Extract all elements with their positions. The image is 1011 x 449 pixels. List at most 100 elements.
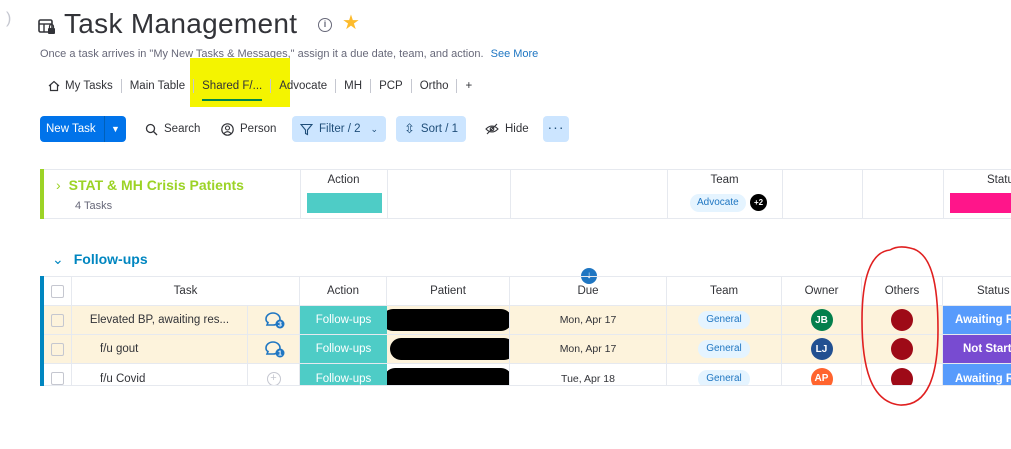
tab-ortho[interactable]: Ortho xyxy=(412,75,457,97)
column-header-action[interactable]: Action xyxy=(300,174,387,186)
status-summary-bar xyxy=(950,193,1011,213)
column-header-team[interactable]: Team xyxy=(667,174,782,186)
select-all-checkbox[interactable] xyxy=(51,284,64,298)
updates-cell[interactable]: 3 xyxy=(247,306,300,334)
page-title: Task Management xyxy=(64,8,298,39)
status-label[interactable]: Not Start xyxy=(943,335,1011,363)
info-icon[interactable]: i xyxy=(318,18,332,32)
tab-label: Main Table xyxy=(129,80,186,92)
action-status[interactable]: Follow-ups xyxy=(300,306,387,334)
status-label[interactable]: Awaiting R xyxy=(943,306,1011,334)
due-date[interactable]: Mon, Apr 17 xyxy=(510,306,667,334)
column-header-team[interactable]: Team xyxy=(667,277,782,305)
conversation-icon: 3 xyxy=(264,312,284,329)
tab-pcp[interactable]: PCP xyxy=(371,75,411,97)
chevron-right-icon[interactable]: › xyxy=(56,177,61,193)
team-cell[interactable]: General xyxy=(667,335,782,363)
update-count: 1 xyxy=(278,351,282,358)
tab-mh[interactable]: MH xyxy=(336,75,370,97)
group-title[interactable]: ⌄ Follow-ups xyxy=(52,251,148,268)
group-task-count: 4 Tasks xyxy=(75,200,113,212)
action-status[interactable]: Follow-ups xyxy=(300,335,387,363)
team-pill: General xyxy=(698,369,750,385)
eye-off-icon xyxy=(485,123,499,135)
chevron-down-icon[interactable]: ⌄ xyxy=(52,251,64,267)
column-divider xyxy=(387,169,388,219)
due-date[interactable]: Mon, Apr 17 xyxy=(510,335,667,363)
column-header-due[interactable]: Due xyxy=(510,277,667,305)
column-header-status[interactable]: Status xyxy=(943,174,1011,186)
tab-label: Advocate xyxy=(279,80,328,92)
task-name[interactable]: Elevated BP, awaiting res... xyxy=(72,306,247,334)
action-status[interactable]: Follow-ups xyxy=(300,364,387,385)
select-all-cell xyxy=(44,277,72,305)
due-date[interactable]: Tue, Apr 18 xyxy=(510,364,667,385)
team-cell[interactable]: General xyxy=(667,306,782,334)
updates-cell[interactable]: + xyxy=(247,364,300,385)
avatar: AP xyxy=(810,367,833,385)
search-button[interactable]: Search xyxy=(145,116,200,142)
star-icon[interactable]: ★ xyxy=(342,11,360,35)
patient-cell[interactable] xyxy=(387,364,510,385)
sort-icon: ⇳ xyxy=(404,121,415,136)
red-circle-annotation xyxy=(861,246,939,406)
search-label: Search xyxy=(164,123,201,135)
patient-cell[interactable] xyxy=(387,335,510,363)
updates-cell[interactable]: 1 xyxy=(247,335,300,363)
search-icon xyxy=(145,123,158,135)
task-name[interactable]: f/u Covid xyxy=(72,364,247,385)
group-title-text: Follow-ups xyxy=(73,251,148,267)
filter-button[interactable]: Filter / 2 ⌄ xyxy=(292,116,387,142)
home-icon xyxy=(48,80,60,92)
avatar: JB xyxy=(810,309,833,331)
column-header-patient[interactable]: Patient xyxy=(387,277,510,305)
tab-label: My Tasks xyxy=(65,80,113,92)
tab-label: MH xyxy=(344,80,363,92)
add-view-button[interactable]: + xyxy=(457,75,480,97)
view-tabs: My Tasks Main Table Shared F/... Advocat… xyxy=(40,74,480,101)
team-extra-badge[interactable]: +2 xyxy=(750,194,767,211)
add-update-icon[interactable]: + xyxy=(266,371,281,385)
column-header-action[interactable]: Action xyxy=(300,277,387,305)
patient-cell[interactable] xyxy=(387,306,510,334)
row-checkbox[interactable] xyxy=(51,342,64,356)
person-label: Person xyxy=(240,123,277,135)
group-title[interactable]: › STAT & MH Crisis Patients xyxy=(56,177,244,193)
row-checkbox[interactable] xyxy=(51,372,64,385)
column-header-status[interactable]: Status xyxy=(943,277,1011,305)
new-task-label: New Task xyxy=(46,123,96,135)
redaction-mark xyxy=(387,309,509,331)
sort-label: Sort / 1 xyxy=(420,123,458,135)
sort-button[interactable]: ⇳ Sort / 1 xyxy=(396,116,466,142)
collapse-sidebar-icon[interactable]: ) xyxy=(6,10,11,28)
tab-advocate[interactable]: Advocate xyxy=(271,75,335,97)
person-filter-button[interactable]: Person xyxy=(221,116,276,142)
column-header-task[interactable]: Task xyxy=(72,277,300,305)
team-cell[interactable]: General xyxy=(667,364,782,385)
new-task-button[interactable]: New Task ▼ xyxy=(40,116,126,142)
status-label[interactable]: Awaiting R xyxy=(943,364,1011,385)
tab-shared[interactable]: Shared F/... xyxy=(194,75,270,101)
avatar: LJ xyxy=(810,338,833,360)
tab-my-tasks[interactable]: My Tasks xyxy=(40,75,121,97)
tab-label: + xyxy=(465,80,473,92)
group-color-bar xyxy=(40,169,44,219)
row-checkbox[interactable] xyxy=(51,313,64,327)
chevron-down-icon[interactable]: ▼ xyxy=(105,124,126,134)
see-more-link[interactable]: See More xyxy=(491,48,539,60)
column-divider xyxy=(510,169,511,219)
hide-button[interactable]: Hide xyxy=(485,116,529,142)
column-divider xyxy=(782,169,783,219)
hide-label: Hide xyxy=(505,123,529,135)
team-pill[interactable]: Advocate xyxy=(690,194,746,212)
task-name[interactable]: f/u gout xyxy=(72,335,247,363)
more-options-button[interactable]: ··· xyxy=(543,116,569,142)
team-pill: General xyxy=(698,340,750,358)
tab-label: Ortho xyxy=(419,80,449,92)
redaction-mark xyxy=(390,338,509,360)
update-count: 3 xyxy=(278,322,282,329)
filter-chevron-icon[interactable]: ⌄ xyxy=(371,124,379,135)
tab-main-table[interactable]: Main Table xyxy=(122,75,193,97)
team-pill: General xyxy=(698,311,750,329)
tab-label: Shared F/... xyxy=(202,80,263,92)
